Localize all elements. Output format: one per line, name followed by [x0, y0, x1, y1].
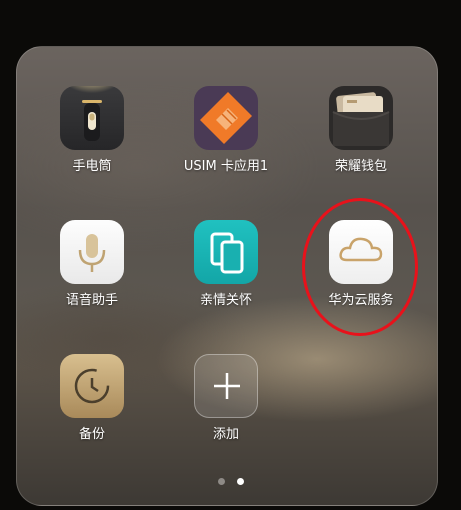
app-label: 手电筒	[72, 159, 112, 174]
app-label: 荣耀钱包	[334, 159, 387, 174]
app-add[interactable]: 添加	[161, 354, 291, 443]
app-label: USIM 卡应用1	[183, 159, 269, 174]
red-circle-annotation	[302, 198, 418, 336]
app-label: 添加	[212, 427, 239, 442]
family-care-icon	[194, 220, 258, 284]
plus-icon	[194, 354, 258, 418]
app-flashlight[interactable]: 手电筒	[27, 86, 157, 175]
page-indicator	[0, 478, 461, 485]
app-family-care[interactable]: 亲情关怀	[161, 220, 291, 309]
page-dot-2-active[interactable]	[236, 478, 244, 485]
app-label: 语音助手	[65, 293, 118, 308]
app-backup[interactable]: 备份	[27, 354, 157, 443]
sim-card-icon	[194, 86, 258, 150]
app-usim[interactable]: USIM 卡应用1	[161, 86, 291, 175]
app-label: 亲情关怀	[199, 293, 252, 308]
microphone-icon	[60, 220, 124, 284]
page-dot-1[interactable]	[217, 478, 225, 485]
flashlight-icon	[60, 86, 124, 150]
backup-icon	[60, 354, 124, 418]
app-voice-assistant[interactable]: 语音助手	[27, 220, 157, 309]
app-label: 备份	[78, 427, 105, 442]
wallet-icon	[329, 86, 393, 150]
app-honor-wallet[interactable]: 荣耀钱包	[296, 86, 426, 175]
